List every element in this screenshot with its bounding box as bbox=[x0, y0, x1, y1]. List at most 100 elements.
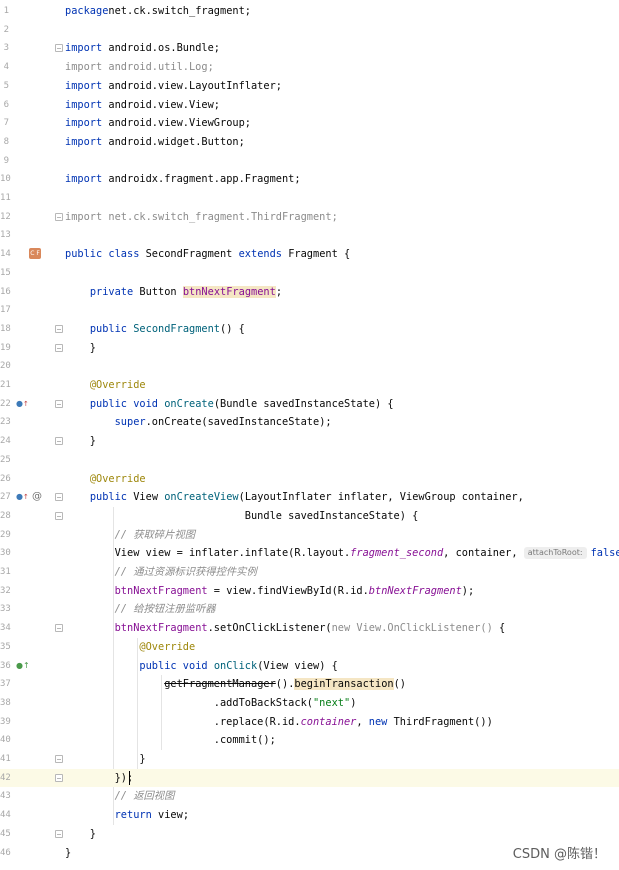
code-text[interactable]: // 给按钮注册监听器 bbox=[65, 600, 216, 619]
code-text[interactable]: } bbox=[65, 339, 96, 358]
code-text[interactable]: import android.util.Log; bbox=[65, 58, 214, 77]
code-text[interactable]: @Override bbox=[65, 638, 195, 657]
code-text[interactable]: Bundle savedInstanceState) { bbox=[65, 507, 419, 526]
code-line-17[interactable]: 17 bbox=[0, 301, 619, 320]
fold-toggle-icon[interactable] bbox=[55, 44, 63, 53]
code-line-9[interactable]: 9 bbox=[0, 152, 619, 171]
code-text[interactable]: getFragmentManager().beginTransaction() bbox=[65, 675, 406, 694]
code-text[interactable]: View view = inflater.inflate(R.layout.fr… bbox=[65, 544, 619, 563]
code-line-18[interactable]: 18 public SecondFragment() { bbox=[0, 320, 619, 339]
code-line-6[interactable]: 6 import android.view.View; bbox=[0, 96, 619, 115]
code-line-2[interactable]: 2 bbox=[0, 21, 619, 40]
code-text[interactable]: .replace(R.id.container, new ThirdFragme… bbox=[65, 713, 493, 732]
code-text[interactable]: @Override bbox=[65, 470, 146, 489]
code-line-7[interactable]: 7 import android.view.ViewGroup; bbox=[0, 114, 619, 133]
code-text[interactable]: // 返回视图 bbox=[65, 787, 175, 806]
code-line-4[interactable]: 4 import android.util.Log; bbox=[0, 58, 619, 77]
code-text[interactable]: btnNextFragment.setOnClickListener(new V… bbox=[65, 619, 506, 638]
fold-toggle-icon[interactable] bbox=[55, 212, 63, 221]
fold-toggle-icon[interactable] bbox=[55, 773, 63, 782]
code-text[interactable]: super.onCreate(savedInstanceState); bbox=[65, 413, 332, 432]
code-line-12[interactable]: 12 import net.ck.switch_fragment.ThirdFra… bbox=[0, 208, 619, 227]
class-icon[interactable]: C F bbox=[29, 248, 41, 260]
code-line-40[interactable]: 40 .commit(); bbox=[0, 731, 619, 750]
code-text[interactable]: } bbox=[65, 750, 145, 769]
at-icon[interactable]: @ bbox=[32, 492, 42, 502]
code-line-28[interactable]: 28 Bundle savedInstanceState) { bbox=[0, 507, 619, 526]
code-line-37[interactable]: 37 getFragmentManager().beginTransaction… bbox=[0, 675, 619, 694]
fold-toggle-icon[interactable] bbox=[55, 399, 63, 408]
code-line-31[interactable]: 31 // 通过资源标识获得控件实例 bbox=[0, 563, 619, 582]
code-line-33[interactable]: 33 // 给按钮注册监听器 bbox=[0, 600, 619, 619]
code-text[interactable]: import android.view.View; bbox=[65, 96, 220, 115]
code-text[interactable]: import android.view.ViewGroup; bbox=[65, 114, 251, 133]
code-line-39[interactable]: 39 .replace(R.id.container, new ThirdFra… bbox=[0, 713, 619, 732]
fold-toggle-icon[interactable] bbox=[55, 755, 63, 763]
fold-toggle-icon[interactable] bbox=[55, 829, 63, 838]
code-text[interactable]: import androidx.fragment.app.Fragment; bbox=[65, 170, 301, 189]
code-line-8[interactable]: 8 import android.widget.Button; bbox=[0, 133, 619, 152]
code-text[interactable]: public void onClick(View view) { bbox=[65, 657, 337, 676]
code-editor[interactable]: 1 packagenet.ck.switch_fragment; 2 3 import … bbox=[0, 0, 619, 870]
code-line-25[interactable]: 25 bbox=[0, 451, 619, 470]
code-line-13[interactable]: 13 bbox=[0, 226, 619, 245]
code-line-41[interactable]: 41 } bbox=[0, 750, 619, 769]
code-line-22[interactable]: 22 public void onCreate(Bundle savedInst… bbox=[0, 395, 619, 414]
code-line-29[interactable]: 29 // 获取碎片视图 bbox=[0, 526, 619, 545]
code-text[interactable]: }); bbox=[65, 769, 134, 788]
code-line-1[interactable]: 1 packagenet.ck.switch_fragment; bbox=[0, 2, 619, 21]
code-line-27[interactable]: 27 public View onCreateView(LayoutInflat… bbox=[0, 488, 619, 507]
code-line-34[interactable]: 34 btnNextFragment.setOnClickListener(ne… bbox=[0, 619, 619, 638]
code-text[interactable]: import android.widget.Button; bbox=[65, 133, 245, 152]
code-line-16[interactable]: 16 private Button btnNextFragment; bbox=[0, 283, 619, 302]
code-line-24[interactable]: 24 } bbox=[0, 432, 619, 451]
code-text[interactable]: public void onCreate(Bundle savedInstanc… bbox=[65, 395, 394, 414]
code-text[interactable]: public SecondFragment() { bbox=[65, 320, 245, 339]
code-line-44[interactable]: 44 return view; bbox=[0, 806, 619, 825]
code-line-5[interactable]: 5 import android.view.LayoutInflater; bbox=[0, 77, 619, 96]
code-text[interactable]: } bbox=[65, 844, 71, 863]
code-text[interactable]: private Button btnNextFragment; bbox=[65, 283, 282, 302]
code-line-10[interactable]: 10 import androidx.fragment.app.Fragment; bbox=[0, 170, 619, 189]
code-text[interactable]: public class SecondFragment extends Frag… bbox=[65, 245, 350, 264]
code-text[interactable]: import net.ck.switch_fragment.ThirdFragm… bbox=[65, 208, 338, 227]
code-line-19[interactable]: 19 } bbox=[0, 339, 619, 358]
fold-toggle-icon[interactable] bbox=[55, 437, 63, 446]
code-text[interactable]: } bbox=[65, 825, 96, 844]
override-icon[interactable]: ●↑ bbox=[16, 661, 30, 671]
implements-icon[interactable]: ●↑ bbox=[16, 399, 29, 409]
code-line-20[interactable]: 20 bbox=[0, 357, 619, 376]
fold-toggle-icon[interactable] bbox=[55, 343, 63, 352]
fold-toggle-icon[interactable] bbox=[55, 493, 63, 502]
code-line-21[interactable]: 21 @Override bbox=[0, 376, 619, 395]
code-line-15[interactable]: 15 bbox=[0, 264, 619, 283]
code-line-23[interactable]: 23 super.onCreate(savedInstanceState); bbox=[0, 413, 619, 432]
code-text[interactable]: import android.os.Bundle; bbox=[65, 39, 220, 58]
code-line-43[interactable]: 43 // 返回视图 bbox=[0, 787, 619, 806]
code-line-42[interactable]: 42 }); bbox=[0, 768, 619, 788]
code-line-26[interactable]: 26 @Override bbox=[0, 470, 619, 489]
code-line-36[interactable]: 36 public void onClick(View view) { bbox=[0, 657, 619, 676]
code-text[interactable]: .commit(); bbox=[65, 731, 276, 750]
code-text[interactable]: .addToBackStack("next") bbox=[65, 694, 357, 713]
code-text[interactable]: // 通过资源标识获得控件实例 bbox=[65, 563, 257, 582]
fold-toggle-icon[interactable] bbox=[55, 624, 63, 633]
code-line-38[interactable]: 38 .addToBackStack("next") bbox=[0, 694, 619, 713]
code-text[interactable]: packagenet.ck.switch_fragment; bbox=[65, 2, 251, 21]
code-line-11[interactable]: 11 bbox=[0, 189, 619, 208]
code-text[interactable]: btnNextFragment = view.findViewById(R.id… bbox=[65, 582, 475, 601]
code-text[interactable]: @Override bbox=[65, 376, 146, 395]
code-line-3[interactable]: 3 import android.os.Bundle; bbox=[0, 39, 619, 58]
code-text[interactable]: } bbox=[65, 432, 96, 451]
code-text[interactable]: return view; bbox=[65, 806, 189, 825]
fold-toggle-icon[interactable] bbox=[55, 324, 63, 333]
code-line-32[interactable]: 32 btnNextFragment = view.findViewById(R… bbox=[0, 582, 619, 601]
code-line-30[interactable]: 30 View view = inflater.inflate(R.layout… bbox=[0, 544, 619, 563]
code-text[interactable]: import android.view.LayoutInflater; bbox=[65, 77, 282, 96]
code-line-14[interactable]: 14 public class SecondFragment extends Fr… bbox=[0, 245, 619, 264]
code-text[interactable]: public View onCreateView(LayoutInflater … bbox=[65, 488, 524, 507]
code-line-35[interactable]: 35 @Override bbox=[0, 638, 619, 657]
fold-toggle-icon[interactable] bbox=[55, 511, 63, 520]
implements-icon[interactable]: ●↑ bbox=[16, 492, 29, 502]
code-line-45[interactable]: 45 } bbox=[0, 825, 619, 844]
